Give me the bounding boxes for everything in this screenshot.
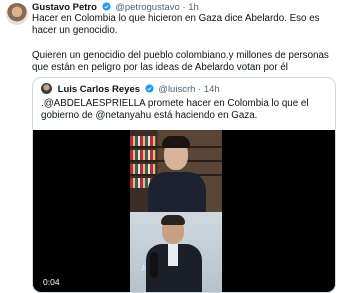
quoted-avatar[interactable] — [41, 83, 52, 94]
video-frame-top — [130, 130, 222, 212]
verified-badge-icon — [102, 2, 111, 11]
tiktok-icon: ♪ — [141, 262, 146, 272]
microphone — [150, 252, 158, 278]
quoted-text: .@ABDELAESPRIELLA promete hacer en Colom… — [41, 98, 309, 122]
video-timestamp: 0:04 — [39, 276, 64, 288]
quoted-separator: · — [198, 84, 202, 95]
video-frame-bottom — [130, 212, 222, 292]
verified-badge-icon — [145, 84, 154, 93]
tweet-time[interactable]: 1h — [188, 2, 199, 13]
author-name[interactable]: Gustavo Petro — [32, 2, 97, 13]
quoted-author-name[interactable]: Luis Carlos Reyes — [58, 84, 140, 95]
video-player[interactable]: ♪ 0:04 — [33, 130, 335, 292]
quoted-header: Luis Carlos Reyes @luiscrh · 14h — [41, 83, 220, 96]
quoted-handle[interactable]: @luiscrh — [158, 84, 195, 95]
tweet-paragraph-1: Hacer en Colombia lo que hicieron en Gaz… — [32, 13, 320, 37]
quoted-tweet[interactable]: Luis Carlos Reyes @luiscrh · 14h .@ABDEL… — [32, 77, 336, 293]
author-avatar[interactable] — [6, 3, 28, 25]
tweet-text: Hacer en Colombia lo que hicieron en Gaz… — [32, 13, 344, 75]
tweet-paragraph-2: Quieren un genocidio del pueblo colombia… — [32, 49, 329, 74]
quoted-time[interactable]: 14h — [204, 84, 220, 95]
header-separator: · — [182, 2, 186, 13]
author-handle[interactable]: @petrogustavo — [115, 2, 180, 13]
